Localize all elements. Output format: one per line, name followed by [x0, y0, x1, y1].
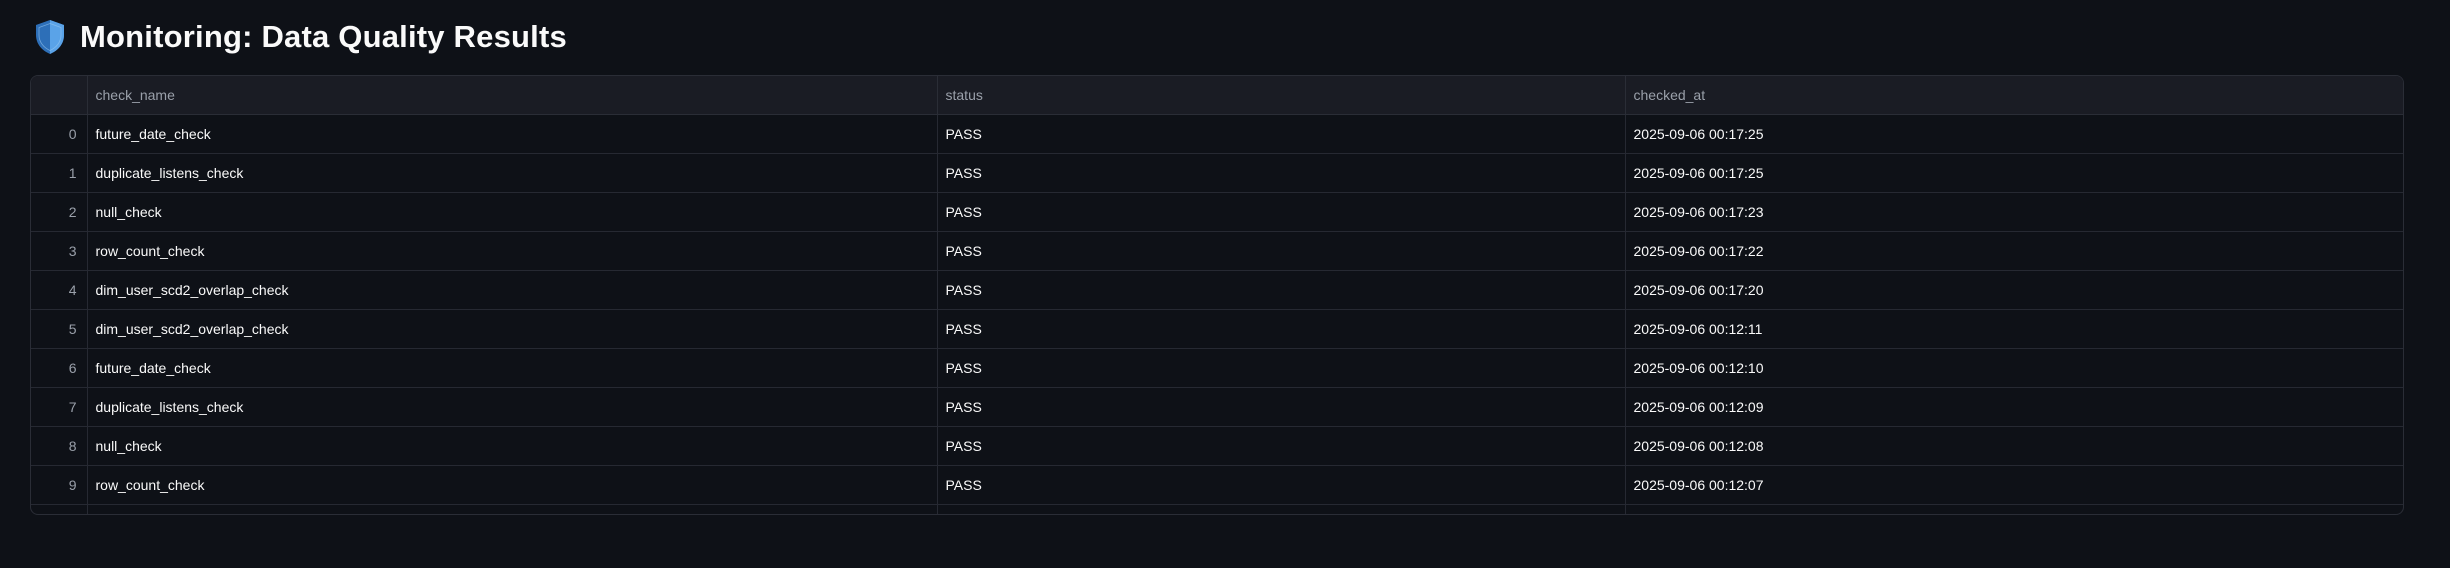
checked-at-cell[interactable]: 2025-09-06 00:17:25 — [1625, 153, 2403, 193]
table-row[interactable]: 6 future_date_check PASS 2025-09-06 00:12:1… — [31, 348, 2403, 388]
row-index-cell[interactable]: 1 — [31, 153, 88, 193]
table-row[interactable]: 7 duplicate_listens_check PASS 2025-09-06 0… — [31, 387, 2403, 427]
status-cell[interactable]: PASS — [937, 270, 1626, 310]
results-table: check_name status checked_at 0 future_dat… — [31, 76, 2403, 514]
check-name-cell[interactable]: dim_user_scd2_overlap_check — [87, 270, 938, 310]
table-header-row: check_name status checked_at — [31, 76, 2403, 115]
checked-at-cell[interactable]: 2025-09-06 00:17:23 — [1625, 192, 2403, 232]
checked-at-cell[interactable]: 2025-09-06 00:17:25 — [1625, 114, 2403, 154]
status-cell[interactable]: PASS — [937, 153, 1626, 193]
check-name-cell[interactable]: row_count_check — [87, 465, 938, 505]
check-name-cell[interactable]: row_count_check — [87, 231, 938, 271]
row-index-cell[interactable]: 4 — [31, 270, 88, 310]
row-index-cell[interactable] — [31, 504, 88, 514]
table-row[interactable]: 3 row_count_check PASS 2025-09-06 00:17:22 — [31, 231, 2403, 271]
checked-at-cell[interactable]: 2025-09-06 00:12:11 — [1625, 309, 2403, 349]
table-row[interactable]: dim_user_scd2_overlap_check — [31, 504, 2403, 514]
checked-at-cell[interactable] — [1625, 504, 2403, 514]
column-header-status[interactable]: status — [937, 76, 1626, 115]
row-index-cell[interactable]: 2 — [31, 192, 88, 232]
row-index-cell[interactable]: 3 — [31, 231, 88, 271]
column-header-index[interactable] — [31, 76, 88, 115]
checked-at-cell[interactable]: 2025-09-06 00:17:20 — [1625, 270, 2403, 310]
table-row[interactable]: 4 dim_user_scd2_overlap_check PASS 2025-09-… — [31, 270, 2403, 310]
table-row[interactable]: 1 duplicate_listens_check PASS 2025-09-06 0… — [31, 153, 2403, 193]
row-index-cell[interactable]: 9 — [31, 465, 88, 505]
check-name-cell[interactable]: null_check — [87, 192, 938, 232]
app-root: Monitoring: Data Quality Results check_n… — [0, 0, 2450, 568]
check-name-cell[interactable]: duplicate_listens_check — [87, 387, 938, 427]
row-index-cell[interactable]: 0 — [31, 114, 88, 154]
row-index-cell[interactable]: 8 — [31, 426, 88, 466]
status-cell[interactable] — [937, 504, 1626, 514]
check-name-cell[interactable]: future_date_check — [87, 348, 938, 388]
page-header: Monitoring: Data Quality Results — [34, 16, 567, 58]
check-name-cell[interactable]: dim_user_scd2_overlap_check — [87, 309, 938, 349]
status-cell[interactable]: PASS — [937, 348, 1626, 388]
checked-at-cell[interactable]: 2025-09-06 00:17:22 — [1625, 231, 2403, 271]
status-cell[interactable]: PASS — [937, 426, 1626, 466]
table-row[interactable]: 5 dim_user_scd2_overlap_check PASS 2025-09-… — [31, 309, 2403, 349]
status-cell[interactable]: PASS — [937, 114, 1626, 154]
shield-icon — [36, 20, 64, 54]
data-quality-table[interactable]: check_name status checked_at 0 future_dat… — [30, 75, 2404, 515]
table-row[interactable]: 2 null_check PASS 2025-09-06 00:17:23 — [31, 192, 2403, 232]
check-name-cell[interactable]: null_check — [87, 426, 938, 466]
table-body: 0 future_date_check PASS 2025-09-06 00:17:2… — [31, 114, 2403, 514]
status-cell[interactable]: PASS — [937, 231, 1626, 271]
status-cell[interactable]: PASS — [937, 192, 1626, 232]
checked-at-cell[interactable]: 2025-09-06 00:12:10 — [1625, 348, 2403, 388]
table-row[interactable]: 0 future_date_check PASS 2025-09-06 00:17:2… — [31, 114, 2403, 154]
check-name-cell[interactable]: duplicate_listens_check — [87, 153, 938, 193]
column-header-checked-at[interactable]: checked_at — [1625, 76, 2403, 115]
checked-at-cell[interactable]: 2025-09-06 00:12:08 — [1625, 426, 2403, 466]
checked-at-cell[interactable]: 2025-09-06 00:12:07 — [1625, 465, 2403, 505]
status-cell[interactable]: PASS — [937, 387, 1626, 427]
column-header-check-name[interactable]: check_name — [87, 76, 938, 115]
status-cell[interactable]: PASS — [937, 465, 1626, 505]
table-row[interactable]: 8 null_check PASS 2025-09-06 00:12:08 — [31, 426, 2403, 466]
status-cell[interactable]: PASS — [937, 309, 1626, 349]
page-title: Monitoring: Data Quality Results — [80, 19, 567, 54]
row-index-cell[interactable]: 5 — [31, 309, 88, 349]
checked-at-cell[interactable]: 2025-09-06 00:12:09 — [1625, 387, 2403, 427]
table-row[interactable]: 9 row_count_check PASS 2025-09-06 00:12:07 — [31, 465, 2403, 505]
check-name-cell[interactable]: dim_user_scd2_overlap_check — [87, 504, 938, 514]
check-name-cell[interactable]: future_date_check — [87, 114, 938, 154]
row-index-cell[interactable]: 6 — [31, 348, 88, 388]
row-index-cell[interactable]: 7 — [31, 387, 88, 427]
